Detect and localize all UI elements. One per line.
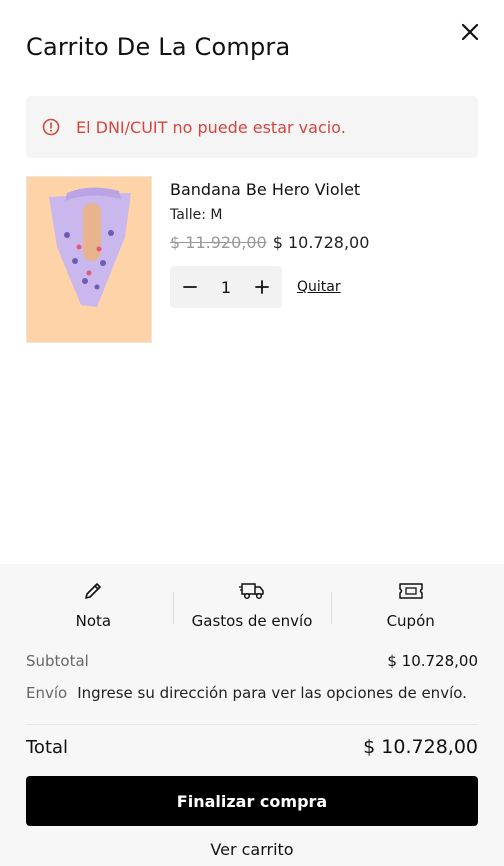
minus-icon <box>183 286 197 288</box>
truck-icon <box>239 578 265 604</box>
close-icon <box>461 23 479 41</box>
total-label: Total <box>26 736 69 758</box>
price-original: $ 11.920,00 <box>170 233 267 252</box>
total-value: $ 10.728,00 <box>363 736 478 758</box>
subtotal-label: Subtotal <box>26 652 89 670</box>
cart-actions: Nota Gastos de envío Cupón <box>14 578 490 638</box>
shipping-label: Envío <box>26 684 68 702</box>
product-image[interactable] <box>26 176 152 343</box>
shipping-value: Ingrese su dirección para ver las opcion… <box>77 684 467 702</box>
quantity-row: 1 Quitar <box>170 266 478 308</box>
coupon-label: Cupón <box>386 612 435 630</box>
cart-footer: Nota Gastos de envío Cupón Subtotal $ 10… <box>0 564 504 866</box>
price-row: $ 11.920,00 $ 10.728,00 <box>170 233 478 252</box>
cart-header: Carrito De La Compra <box>26 23 484 70</box>
price-current: $ 10.728,00 <box>272 233 370 252</box>
page-title: Carrito De La Compra <box>26 33 291 61</box>
subtotal-value: $ 10.728,00 <box>387 652 478 670</box>
coupon-button[interactable]: Cupón <box>331 578 490 638</box>
cart-item: Bandana Be Hero Violet Talle: M $ 11.920… <box>26 176 478 344</box>
decrease-quantity-button[interactable] <box>180 277 200 297</box>
quantity-stepper: 1 <box>170 266 282 308</box>
remove-item-link[interactable]: Quitar <box>297 279 341 295</box>
close-button[interactable] <box>456 18 484 46</box>
pencil-icon <box>80 578 106 604</box>
alert-circle-icon <box>42 118 60 136</box>
product-name[interactable]: Bandana Be Hero Violet <box>170 180 478 199</box>
alert-message: El DNI/CUIT no puede estar vacio. <box>76 117 346 137</box>
increase-quantity-button[interactable] <box>252 277 272 297</box>
checkout-button[interactable]: Finalizar compra <box>26 776 478 826</box>
shipping-row: Envío Ingrese su dirección para ver las … <box>26 684 478 702</box>
note-button[interactable]: Nota <box>14 578 173 638</box>
quantity-value[interactable]: 1 <box>221 278 231 297</box>
subtotal-row: Subtotal $ 10.728,00 <box>26 652 478 670</box>
error-alert: El DNI/CUIT no puede estar vacio. <box>26 96 478 158</box>
item-info: Bandana Be Hero Violet Talle: M $ 11.920… <box>170 180 478 308</box>
divider <box>26 724 478 725</box>
plus-icon <box>255 280 269 294</box>
shipping-cost-button[interactable]: Gastos de envío <box>172 578 332 638</box>
note-label: Nota <box>75 612 112 630</box>
product-variant: Talle: M <box>170 207 223 223</box>
view-cart-link[interactable]: Ver carrito <box>0 840 504 859</box>
total-row: Total $ 10.728,00 <box>26 736 478 758</box>
ticket-icon <box>398 578 424 604</box>
shipping-cost-label: Gastos de envío <box>191 612 313 630</box>
